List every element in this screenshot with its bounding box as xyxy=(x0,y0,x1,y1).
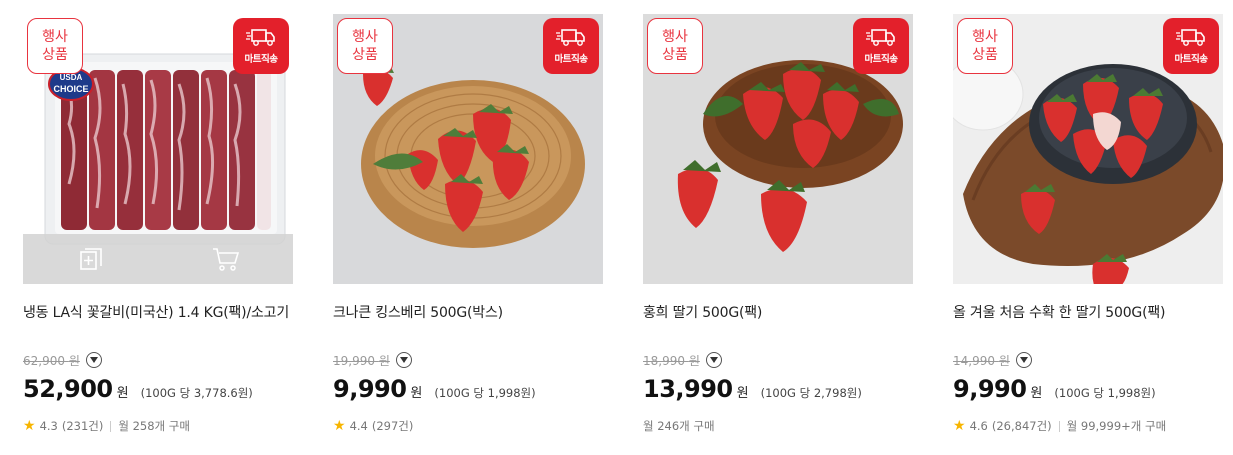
monthly-purchases: 월 258개 구매 xyxy=(118,419,190,433)
original-price: 18,990 xyxy=(643,353,685,368)
price-row: 9,990 원 (100G 당 1,998원) xyxy=(953,375,1156,403)
event-badge: 행사 상품 xyxy=(27,18,83,74)
product-image[interactable]: USDA CHOICE 행사 상품 마트직송 xyxy=(23,14,293,284)
rating: 4.6 xyxy=(969,419,988,433)
sale-price: 9,990 xyxy=(333,375,407,403)
chevron-down-icon xyxy=(709,357,718,363)
original-price-row: 19,990 원 xyxy=(333,349,603,371)
product-image[interactable]: 행사 상품 마트직송 xyxy=(953,14,1223,284)
event-badge: 행사 상품 xyxy=(337,18,393,74)
star-icon: ★ xyxy=(333,418,346,434)
monthly-purchases: 월 246개 구매 xyxy=(643,419,715,433)
divider xyxy=(110,420,112,432)
price-detail-dropdown[interactable] xyxy=(1015,352,1032,368)
price-detail-dropdown[interactable] xyxy=(705,352,722,368)
mart-shipping-badge: 마트직송 xyxy=(853,18,909,74)
review-count: (26,847건) xyxy=(991,419,1052,433)
product-name[interactable]: 크나큰 킹스베리 500G(박스) xyxy=(333,301,603,349)
delivery-truck-icon xyxy=(866,29,895,46)
price-row: 52,900 원 (100G 당 3,778.6원) xyxy=(23,375,253,403)
price-detail-dropdown[interactable] xyxy=(395,352,412,368)
unit-price: (100G 당 2,798원) xyxy=(760,386,862,400)
product-card[interactable]: 행사 상품 마트직송 크나큰 킹스베리 500G(박스) 19,990 원 9,… xyxy=(333,14,603,435)
compare-button[interactable] xyxy=(23,234,158,284)
product-card[interactable]: USDA CHOICE 행사 상품 마트직송 냉동 LA식 꽃갈비(미국산) 1… xyxy=(23,14,293,435)
product-image[interactable]: 행사 상품 마트직송 xyxy=(333,14,603,284)
rating: 4.3 xyxy=(39,419,58,433)
chevron-down-icon xyxy=(399,357,408,363)
star-icon: ★ xyxy=(953,418,966,434)
original-price-row: 18,990 원 xyxy=(643,349,913,371)
event-badge: 행사 상품 xyxy=(957,18,1013,74)
product-card[interactable]: 행사 상품 마트직송 홍희 딸기 500G(팩) 18,990 원 13,990… xyxy=(643,14,913,435)
review-count: (231건) xyxy=(61,419,104,433)
mart-shipping-badge: 마트직송 xyxy=(233,18,289,74)
product-meta: ★ 4.4 (297건) xyxy=(333,417,603,435)
cart-icon xyxy=(212,248,239,271)
unit-price: (100G 당 1,998원) xyxy=(434,386,536,400)
mart-shipping-badge: 마트직송 xyxy=(543,18,599,74)
price-row: 9,990 원 (100G 당 1,998원) xyxy=(333,375,536,403)
svg-text:USDA: USDA xyxy=(60,73,83,82)
product-meta: 월 246개 구매 xyxy=(643,417,913,435)
product-meta: ★ 4.3 (231건) 월 258개 구매 xyxy=(23,417,293,435)
original-price: 62,900 xyxy=(23,353,65,368)
original-price: 14,990 xyxy=(953,353,995,368)
unit-price: (100G 당 3,778.6원) xyxy=(140,386,253,400)
original-price: 19,990 xyxy=(333,353,375,368)
chevron-down-icon xyxy=(89,357,98,363)
product-grid: USDA CHOICE 행사 상품 마트직송 냉동 LA식 꽃갈비(미국산) 1… xyxy=(0,0,1233,455)
unit-price: (100G 당 1,998원) xyxy=(1054,386,1156,400)
product-image[interactable]: 행사 상품 마트직송 xyxy=(643,14,913,284)
rating: 4.4 xyxy=(349,419,368,433)
star-icon: ★ xyxy=(23,418,36,434)
add-to-list-icon xyxy=(79,248,102,270)
product-name[interactable]: 냉동 LA식 꽃갈비(미국산) 1.4 KG(팩)/소고기 xyxy=(23,301,293,349)
product-name[interactable]: 홍희 딸기 500G(팩) xyxy=(643,301,913,349)
add-to-cart-button[interactable] xyxy=(158,234,293,284)
product-name[interactable]: 올 겨울 처음 수확 한 딸기 500G(팩) xyxy=(953,301,1223,349)
chevron-down-icon xyxy=(1019,357,1028,363)
delivery-truck-icon xyxy=(556,29,585,46)
original-price-row: 62,900 원 xyxy=(23,349,293,371)
product-meta: ★ 4.6 (26,847건) 월 99,999+개 구매 xyxy=(953,417,1223,435)
price-row: 13,990 원 (100G 당 2,798원) xyxy=(643,375,862,403)
original-price-row: 14,990 원 xyxy=(953,349,1223,371)
event-badge: 행사 상품 xyxy=(647,18,703,74)
sale-price: 9,990 xyxy=(953,375,1027,403)
product-card[interactable]: 행사 상품 마트직송 올 겨울 처음 수확 한 딸기 500G(팩) 14,99… xyxy=(953,14,1223,435)
monthly-purchases: 월 99,999+개 구매 xyxy=(1066,419,1167,433)
delivery-truck-icon xyxy=(246,29,275,46)
svg-text:CHOICE: CHOICE xyxy=(53,84,88,94)
sale-price: 13,990 xyxy=(643,375,733,403)
price-detail-dropdown[interactable] xyxy=(85,352,102,368)
delivery-truck-icon xyxy=(1176,29,1205,46)
divider xyxy=(1058,420,1060,432)
review-count: (297건) xyxy=(371,419,414,433)
mart-shipping-badge: 마트직송 xyxy=(1163,18,1219,74)
image-hover-actions xyxy=(23,234,293,284)
sale-price: 52,900 xyxy=(23,375,113,403)
